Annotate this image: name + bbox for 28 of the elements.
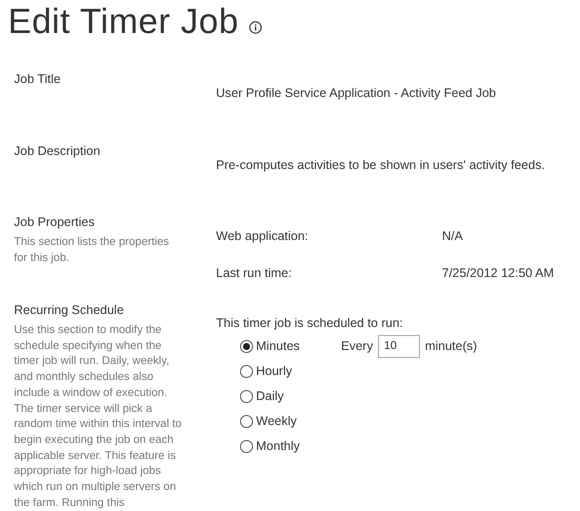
radio-button[interactable]: [240, 440, 253, 453]
option-label[interactable]: Hourly: [256, 362, 341, 381]
section-heading: Job Properties: [14, 214, 95, 230]
radio-button[interactable]: [240, 364, 253, 378]
unit-label: minute(s): [424, 338, 478, 355]
property-value: N/A: [442, 228, 463, 245]
radio-button[interactable]: [240, 390, 253, 403]
option-label[interactable]: Minutes: [256, 336, 341, 356]
property-value: 7/25/2012 12:50 AM: [442, 264, 554, 282]
radio-button[interactable]: [240, 414, 253, 428]
option-label[interactable]: Monthly: [256, 436, 341, 456]
section-heading: Recurring Schedule: [14, 302, 124, 318]
field-value: User Profile Service Application - Activity Feed Job: [216, 85, 496, 102]
schedule-prompt: This timer job is scheduled to run:: [216, 315, 403, 332]
page-title: Edit Timer Job: [8, 2, 239, 42]
section-description: Use this section to modify the schedule specifying when the timer job will run. Daily, weekly, and monthly schedules also include a window of execution. The timer service will pick a random time within this interval to begin executing the job on each applicable server. This feature is appropriate for high-load jobs which run on multiple servers on the farm. Running this: [14, 323, 183, 511]
interval-field[interactable]: 10: [378, 334, 420, 358]
info-icon[interactable]: [248, 20, 262, 34]
radio-button[interactable]: [240, 340, 253, 353]
option-label[interactable]: Daily: [256, 386, 341, 406]
field-value: Pre-computes activities to be shown in users' activity feeds.: [216, 157, 545, 174]
property-label: Web application:: [216, 228, 310, 245]
section-heading: Job Description: [14, 143, 100, 159]
option-label[interactable]: Weekly: [256, 412, 341, 431]
section-heading: Job Title: [14, 71, 61, 87]
field-label: Every: [341, 338, 373, 355]
section-description: This section lists the properties for this job.: [14, 235, 170, 266]
property-label: Last run time:: [216, 264, 293, 282]
